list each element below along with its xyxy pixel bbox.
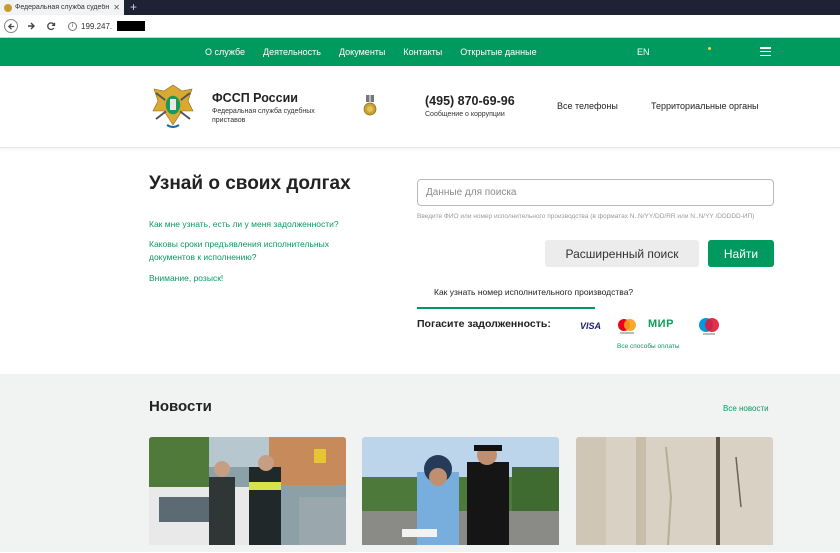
- nav-item-activity[interactable]: Деятельность: [254, 47, 330, 57]
- fssp-emblem-icon[interactable]: [150, 81, 196, 131]
- address-bar[interactable]: i 199.247.: [64, 19, 146, 34]
- nav-item-about[interactable]: О службе: [196, 47, 254, 57]
- news-photo-traffic-police: [149, 437, 346, 545]
- nav-item-open-data[interactable]: Открытые данные: [451, 47, 545, 57]
- browser-tab[interactable]: Федеральная служба судебн ✕: [0, 0, 124, 15]
- news-photo-officers-street: [362, 437, 559, 545]
- reload-button[interactable]: [44, 19, 58, 33]
- forward-button[interactable]: [24, 19, 38, 33]
- vision-mode-icon[interactable]: [708, 47, 711, 50]
- browser-toolbar: i 199.247.: [0, 15, 840, 38]
- faq-link-debts[interactable]: Как мне узнать, есть ли у меня задолженн…: [149, 218, 339, 231]
- all-payment-methods-link[interactable]: Все способы оплаты: [617, 343, 680, 350]
- hotline-label: Сообщение о коррупции: [425, 111, 505, 118]
- news-title: Новости: [149, 398, 212, 415]
- mir-logo[interactable]: МИР: [648, 318, 674, 330]
- tab-title: Федеральная служба судебн: [15, 4, 110, 11]
- search-hint: Введите ФИО или номер исполнительного пр…: [417, 213, 755, 220]
- wanted-link[interactable]: Внимание, розыск!: [149, 272, 223, 285]
- arrow-left-icon: [7, 22, 14, 30]
- browser-tab-bar: Федеральная служба судебн ✕ +: [0, 0, 840, 15]
- arrow-right-icon: [28, 22, 35, 30]
- regions-link[interactable]: Территориальные органы: [651, 101, 759, 111]
- visa-logo[interactable]: VISA: [580, 321, 601, 331]
- debt-search-section: Узнай о своих долгах Как мне узнать, ест…: [0, 148, 840, 374]
- green-divider: [417, 307, 595, 309]
- org-subtitle: Федеральная служба судебных приставов: [212, 108, 315, 124]
- reload-icon: [47, 22, 56, 31]
- page-title: Узнай о своих долгах: [149, 173, 351, 194]
- language-switch[interactable]: EN: [637, 47, 650, 57]
- news-photo-wall: [576, 437, 773, 545]
- hotline-phone[interactable]: (495) 870-69-96: [425, 94, 515, 108]
- all-news-link[interactable]: Все новости: [723, 404, 769, 413]
- new-tab-button[interactable]: +: [124, 0, 143, 15]
- nav-item-documents[interactable]: Документы: [330, 47, 394, 57]
- how-to-find-number-link[interactable]: Как узнать номер исполнительного произво…: [434, 287, 633, 297]
- back-button[interactable]: [4, 19, 18, 33]
- faq-link-deadlines[interactable]: Каковы сроки предъявления исполнительных…: [149, 238, 349, 264]
- org-name[interactable]: ФССП России: [212, 91, 298, 105]
- site-nav: О службе Деятельность Документы Контакты…: [0, 38, 840, 66]
- news-card-photo[interactable]: [149, 437, 346, 545]
- maestro-icon[interactable]: [697, 316, 721, 336]
- url-text: 199.247.: [81, 21, 113, 31]
- pay-debt-label: Погасите задолженность:: [417, 318, 551, 330]
- news-section: Новости Все новости: [0, 374, 840, 552]
- mastercard-icon[interactable]: [616, 317, 638, 335]
- all-phones-link[interactable]: Все телефоны: [557, 101, 618, 111]
- search-input[interactable]: [417, 179, 774, 206]
- redacted-block: [117, 21, 146, 31]
- news-card-photo[interactable]: [576, 437, 773, 545]
- nav-links: О службе Деятельность Документы Контакты…: [196, 38, 546, 66]
- site-header: ФССП России Федеральная служба судебных …: [0, 66, 840, 148]
- menu-icon[interactable]: [760, 47, 771, 56]
- favicon-icon: [4, 3, 12, 12]
- info-icon[interactable]: i: [68, 21, 77, 31]
- close-icon[interactable]: ✕: [113, 3, 120, 12]
- advanced-search-button[interactable]: Расширенный поиск: [545, 240, 699, 267]
- news-card-photo[interactable]: [362, 437, 559, 545]
- nav-item-contacts[interactable]: Контакты: [394, 47, 451, 57]
- find-button[interactable]: Найти: [708, 240, 774, 267]
- medal-icon[interactable]: [363, 95, 377, 117]
